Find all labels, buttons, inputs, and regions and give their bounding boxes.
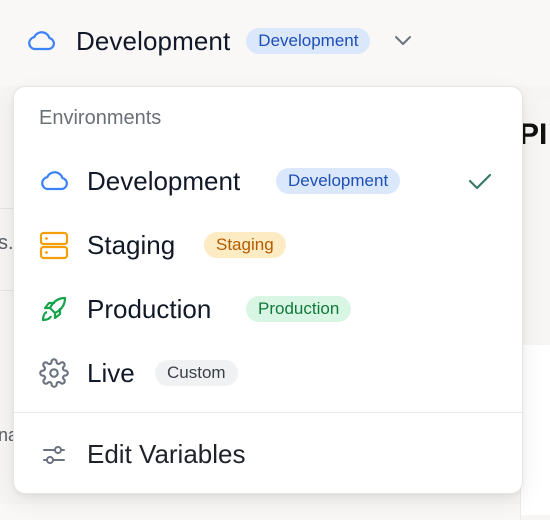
environment-switcher-trigger[interactable]: Development Development — [26, 18, 416, 64]
section-label-environments: Environments — [39, 107, 162, 129]
environment-badge: Development — [276, 168, 401, 194]
environment-badge: Production — [246, 296, 352, 322]
server-icon — [39, 230, 69, 260]
menu-item-label: Development — [87, 165, 241, 196]
menu-item-development[interactable]: Development Development — [14, 153, 522, 209]
rocket-icon — [39, 294, 69, 324]
menu-divider — [14, 412, 522, 413]
cloud-icon — [26, 25, 58, 57]
cloud-icon — [39, 166, 69, 196]
background-text-fragment: s. — [0, 232, 14, 254]
environment-badge: Development — [246, 28, 371, 54]
check-icon — [467, 167, 495, 195]
menu-item-live[interactable]: Live Custom — [14, 345, 522, 401]
sliders-icon — [39, 440, 69, 470]
environment-badge: Staging — [204, 232, 286, 258]
edit-variables-label: Edit Variables — [87, 439, 246, 469]
menu-item-staging[interactable]: Staging Staging — [14, 217, 522, 273]
background-page-title: PI — [519, 118, 548, 151]
menu-item-label: Staging — [87, 229, 176, 260]
current-environment-title: Development — [76, 25, 231, 56]
environment-badge: Custom — [155, 360, 238, 386]
environment-dropdown-menu: Environments Development Development Sta… — [13, 86, 523, 494]
background-card-lower — [521, 345, 550, 515]
gear-icon — [39, 358, 69, 388]
menu-item-label: Production — [87, 293, 212, 324]
chevron-down-icon[interactable] — [392, 29, 416, 53]
menu-item-label: Live — [87, 357, 135, 388]
edit-variables-button[interactable]: Edit Variables — [14, 427, 522, 483]
menu-item-production[interactable]: Production Production — [14, 281, 522, 337]
